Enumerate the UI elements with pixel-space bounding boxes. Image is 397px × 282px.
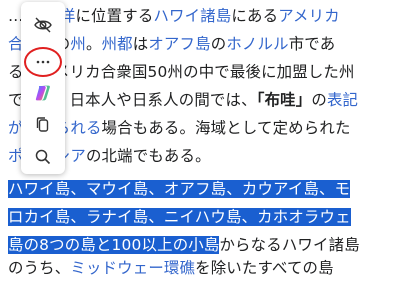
- highlight-ring: [24, 47, 62, 77]
- article-link[interactable]: ホノルル: [226, 35, 288, 53]
- text: のうち、: [8, 259, 71, 277]
- text: にある: [231, 7, 279, 25]
- copilot-button[interactable]: [21, 76, 65, 110]
- hide-toolbar-button[interactable]: [21, 8, 65, 42]
- selected-text[interactable]: 島の8つの島と100以上の小島: [8, 236, 220, 254]
- copy-icon: [36, 117, 49, 132]
- text: の北端でもある。: [85, 147, 211, 165]
- text: 。: [85, 35, 102, 53]
- more-options-button[interactable]: [21, 44, 65, 78]
- text: は: [132, 35, 149, 53]
- text: に位置する: [75, 7, 154, 25]
- text: の: [311, 91, 327, 109]
- copy-button[interactable]: [21, 108, 65, 142]
- search-button[interactable]: [21, 140, 65, 174]
- selection-toolbar: [21, 2, 65, 174]
- eye-off-icon: [34, 17, 52, 33]
- bold-text: 「布哇」: [256, 91, 312, 109]
- selected-line: ロカイ島、ラナイ島、ニイハウ島、カホオラウェ: [8, 203, 351, 231]
- selected-text[interactable]: ハワイ島、マウイ島、オアフ島、カウアイ島、モ: [8, 180, 351, 198]
- text: 場合もある。海域として定められた: [101, 119, 351, 137]
- article-link[interactable]: アメリカ: [278, 7, 340, 25]
- text: からなるハワイ諸島: [219, 236, 360, 254]
- text: 市であ: [288, 35, 336, 53]
- article-link[interactable]: オアフ島: [148, 35, 210, 53]
- article-link[interactable]: ミッドウェー環礁: [70, 259, 195, 277]
- text: を除いたすべての島: [195, 259, 334, 277]
- search-icon: [35, 149, 51, 165]
- text: の: [210, 35, 227, 53]
- article-link[interactable]: 州: [70, 35, 86, 53]
- selected-text[interactable]: ロカイ島、ラナイ島、ニイハウ島、カホオラウェ: [8, 208, 351, 226]
- article-link[interactable]: ハワイ諸島: [153, 7, 231, 25]
- article-link[interactable]: 表記: [327, 91, 358, 109]
- article-link[interactable]: 州都: [102, 35, 133, 53]
- selected-line: ハワイ島、マウイ島、オアフ島、カウアイ島、モ: [8, 175, 351, 203]
- copilot-icon: [35, 85, 50, 101]
